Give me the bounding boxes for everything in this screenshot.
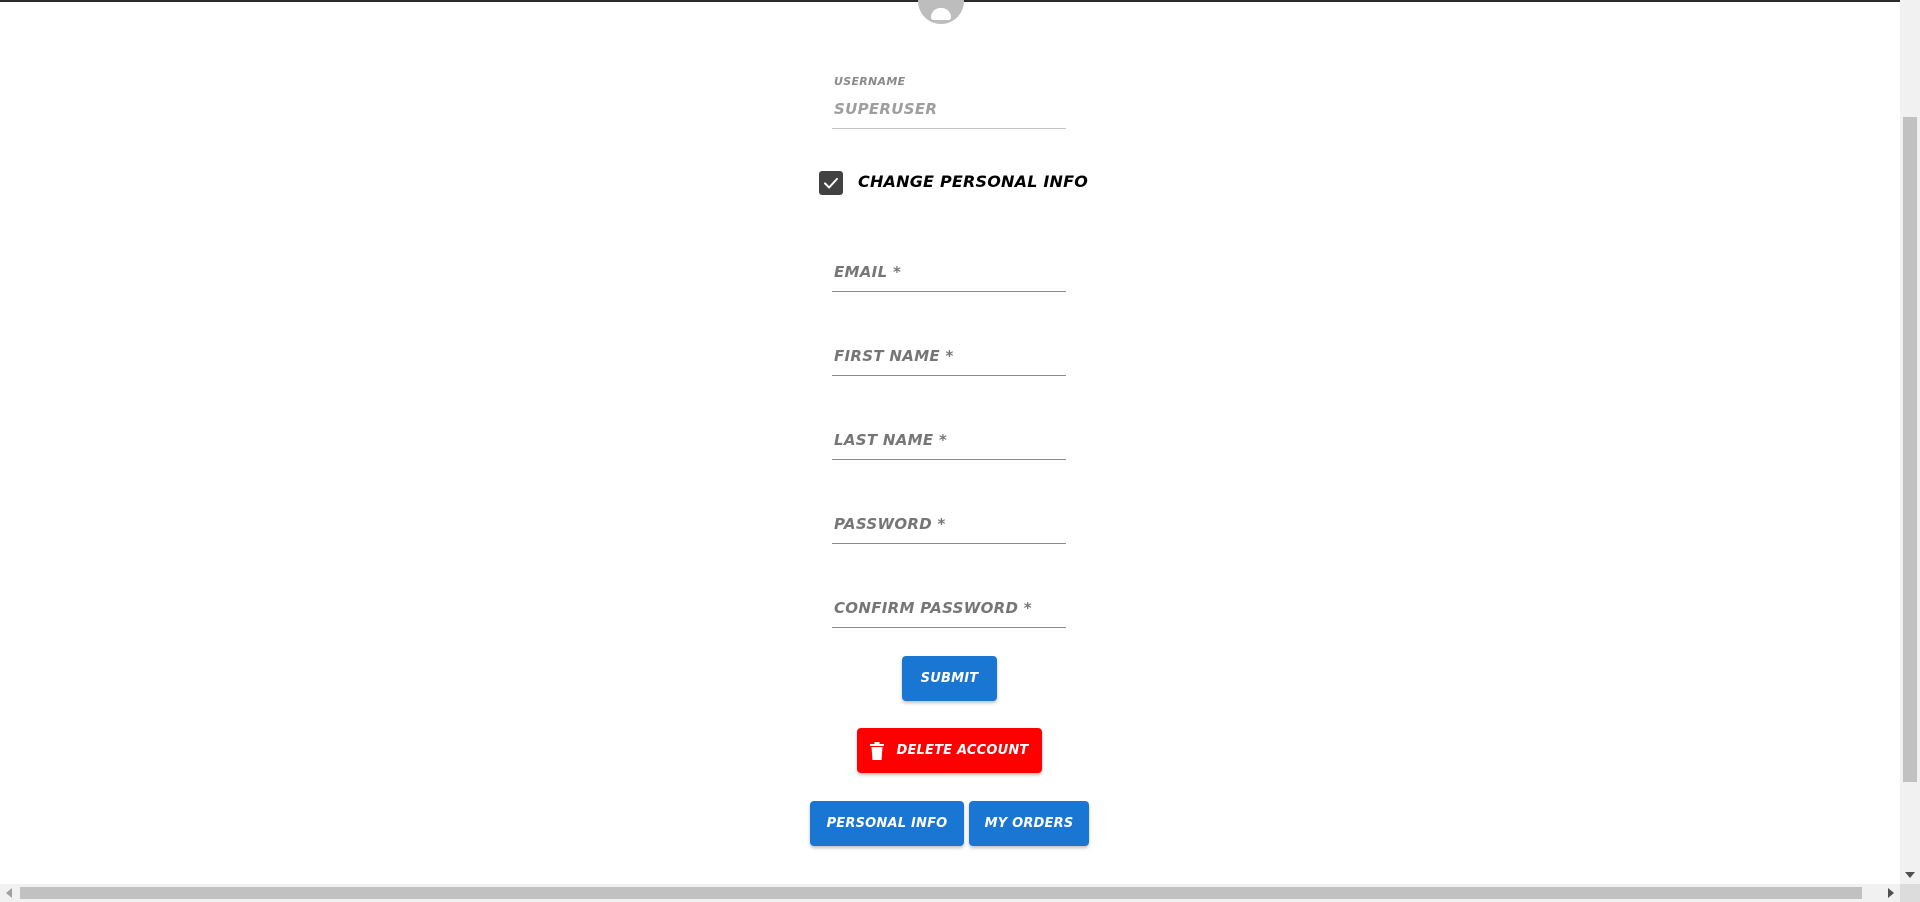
last-name-field[interactable]: LAST NAME * (832, 423, 1066, 463)
my-orders-button[interactable]: MY ORDERS (969, 801, 1089, 846)
personal-info-button[interactable]: PERSONAL INFO (810, 801, 964, 846)
first-name-underline (832, 375, 1066, 376)
scroll-left-arrow-icon[interactable] (6, 888, 12, 898)
confirm-password-field[interactable]: CONFIRM PASSWORD * (832, 591, 1066, 631)
submit-button[interactable]: SUBMIT (902, 656, 997, 701)
first-name-label: FIRST NAME * (834, 347, 954, 365)
delete-account-button[interactable]: DELETE ACCOUNT (857, 728, 1042, 773)
username-label: USERNAME (834, 75, 906, 88)
change-personal-info-checkbox[interactable] (819, 171, 843, 195)
scrollbar-corner (1900, 884, 1920, 902)
scroll-right-arrow-icon[interactable] (1888, 888, 1894, 898)
confirm-password-underline (832, 627, 1066, 628)
username-underline (832, 128, 1066, 129)
trash-icon (870, 741, 885, 760)
last-name-label: LAST NAME * (834, 431, 948, 449)
password-underline (832, 543, 1066, 544)
delete-account-label: DELETE ACCOUNT (896, 743, 1029, 758)
scroll-down-arrow-icon[interactable] (1905, 872, 1915, 878)
email-underline (832, 291, 1066, 292)
username-value: SUPERUSER (834, 100, 938, 118)
password-field[interactable]: PASSWORD * (832, 507, 1066, 547)
user-avatar-icon (918, 0, 964, 24)
confirm-password-label: CONFIRM PASSWORD * (834, 599, 1032, 617)
vertical-scrollbar[interactable] (1900, 0, 1920, 884)
first-name-field[interactable]: FIRST NAME * (832, 339, 1066, 379)
horizontal-scrollbar[interactable] (0, 884, 1900, 902)
change-personal-info-label: CHANGE PERSONAL INFO (858, 172, 1089, 191)
username-field: USERNAME SUPERUSER (832, 70, 1066, 130)
vertical-scrollbar-thumb[interactable] (1903, 117, 1917, 782)
last-name-underline (832, 459, 1066, 460)
checkmark-icon (824, 177, 838, 189)
my-orders-label: MY ORDERS (984, 816, 1074, 831)
password-label: PASSWORD * (834, 515, 946, 533)
personal-info-label: PERSONAL INFO (826, 816, 948, 831)
horizontal-scrollbar-thumb[interactable] (20, 887, 1862, 899)
email-field[interactable]: EMAIL * (832, 255, 1066, 295)
change-personal-info-row[interactable]: CHANGE PERSONAL INFO (819, 170, 1088, 196)
submit-button-label: SUBMIT (920, 671, 979, 686)
email-label: EMAIL * (834, 263, 902, 281)
